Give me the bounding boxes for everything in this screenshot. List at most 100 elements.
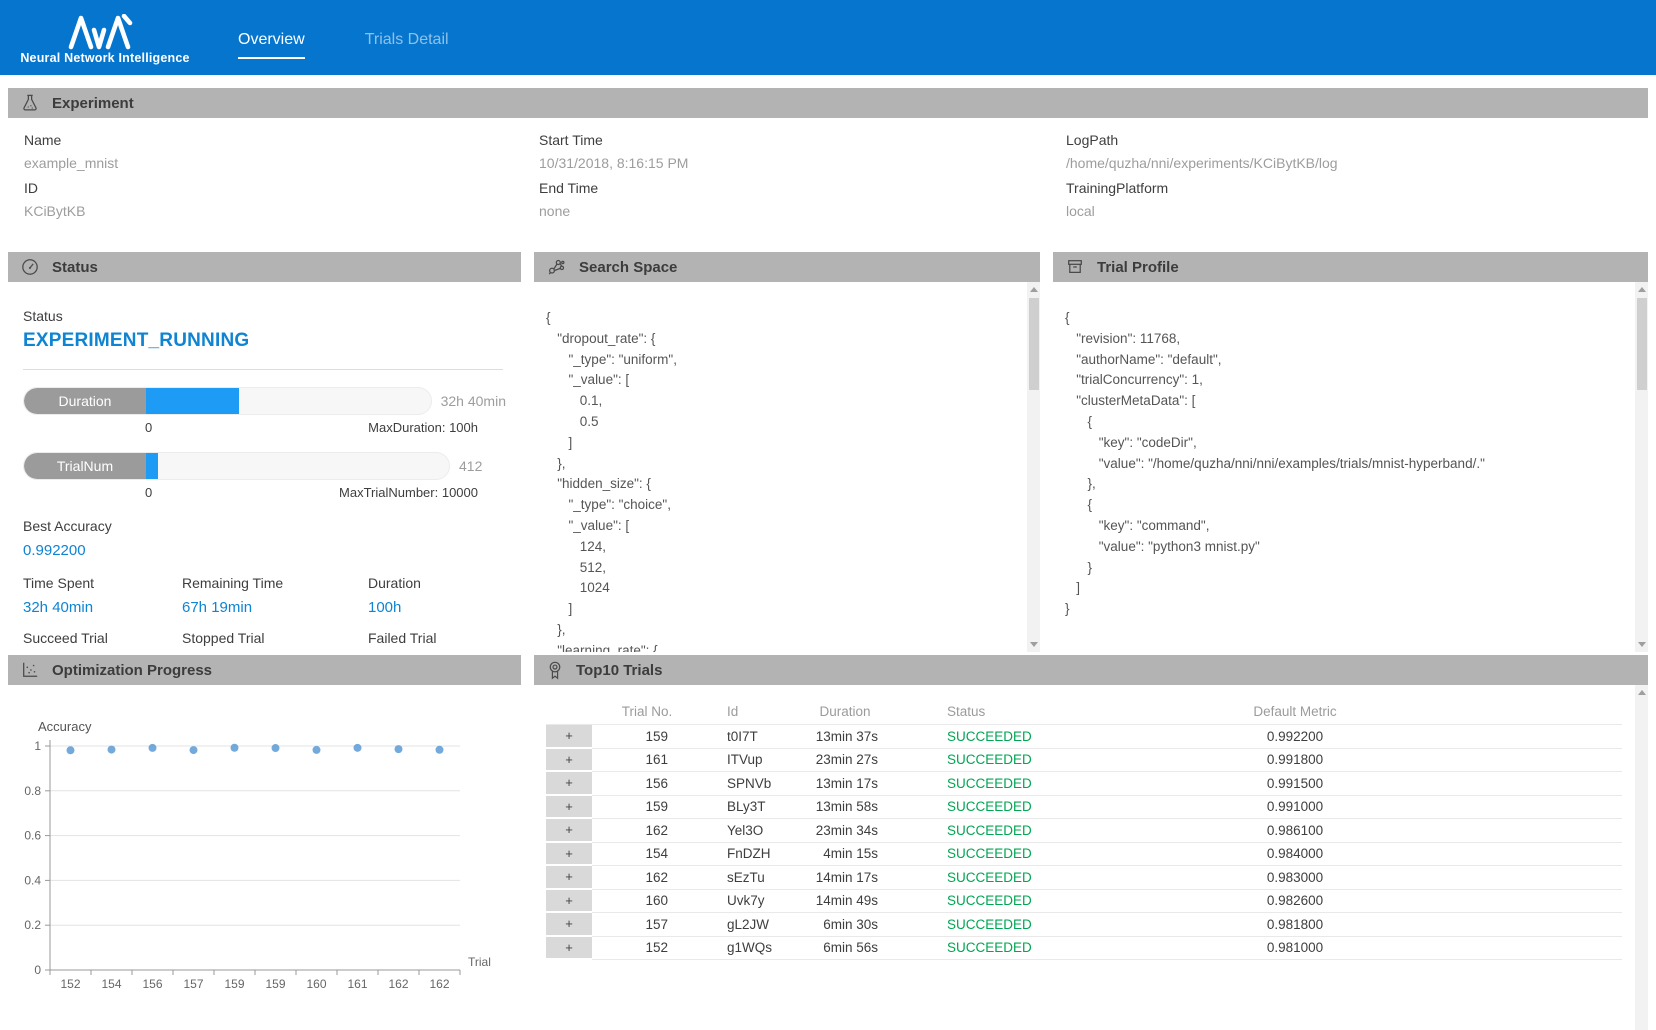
expand-row-button[interactable]: + xyxy=(546,843,592,867)
expand-row-button[interactable]: + xyxy=(546,913,592,937)
status-panel: Status Status EXPERIMENT_RUNNING Duratio… xyxy=(8,252,521,652)
expand-row-button[interactable]: + xyxy=(546,937,592,961)
cell-default-metric: 0.991500 xyxy=(1110,772,1480,796)
col-duration: Duration xyxy=(790,699,900,725)
cell-default-metric: 0.992200 xyxy=(1110,725,1480,749)
expand-row-button[interactable]: + xyxy=(546,890,592,914)
json-line: "value": "/home/quzha/nni/nni/examples/t… xyxy=(1065,454,1628,475)
cell-spacer xyxy=(1480,819,1622,843)
stat-value: 100h xyxy=(368,599,506,616)
json-line: "value": "python3 mnist.py" xyxy=(1065,537,1628,558)
field-value: /home/quzha/nni/experiments/KCiBytKB/log xyxy=(1066,155,1648,171)
scroll-thumb[interactable] xyxy=(1029,298,1039,390)
cell-spacer xyxy=(1480,866,1622,890)
expand-row-button[interactable]: + xyxy=(546,772,592,796)
top10-scrollbar[interactable] xyxy=(1635,685,1648,1030)
cell-spacer xyxy=(1480,890,1622,914)
json-line: "hidden_size": { xyxy=(546,474,1020,495)
tab-overview[interactable]: Overview xyxy=(238,31,305,59)
scroll-up-icon[interactable] xyxy=(1638,690,1646,695)
json-line: 0.5 xyxy=(546,412,1020,433)
section-title: Top10 Trials xyxy=(576,662,662,679)
cell-spacer xyxy=(1480,937,1622,961)
field-label: LogPath xyxy=(1066,132,1648,148)
json-line: { xyxy=(1065,495,1628,516)
scroll-up-icon[interactable] xyxy=(1030,287,1038,292)
col-status: Status xyxy=(900,699,1110,725)
cell-trial-no: 159 xyxy=(592,796,702,820)
json-line: ] xyxy=(546,433,1020,454)
optimization-panel: Optimization Progress Accuracy 00.20.40.… xyxy=(8,655,521,1030)
json-line: ] xyxy=(1065,578,1628,599)
stat-label: Remaining Time xyxy=(182,575,368,591)
json-line: "clusterMetaData": [ xyxy=(1065,391,1628,412)
stat-label: Duration xyxy=(368,575,506,591)
cell-duration: 13min 37s xyxy=(790,725,900,749)
search-space-panel-header: Search Space xyxy=(534,252,1040,282)
scroll-thumb[interactable] xyxy=(1637,298,1647,390)
json-line: "trialConcurrency": 1, xyxy=(1065,370,1628,391)
flask-icon xyxy=(21,94,39,112)
cell-duration: 14min 17s xyxy=(790,866,900,890)
trialnum-progress-bar: TrialNum xyxy=(23,452,450,480)
field-label: Name xyxy=(24,132,523,148)
table-row: +159BLy3T13min 58sSUCCEEDED0.991000 xyxy=(546,796,1622,820)
search-space-scrollbar[interactable] xyxy=(1027,282,1040,652)
progress-value: 32h 40min xyxy=(441,393,506,409)
molecule-icon xyxy=(547,258,566,276)
table-row: +154FnDZH4min 15sSUCCEEDED0.984000 xyxy=(546,843,1622,867)
expand-row-button[interactable]: + xyxy=(546,866,592,890)
expand-row-button[interactable]: + xyxy=(546,819,592,843)
cell-spacer xyxy=(1480,913,1622,937)
cell-trial-no: 154 xyxy=(592,843,702,867)
trial-profile-scrollbar[interactable] xyxy=(1635,282,1648,652)
table-row: +160Uvk7y14min 49sSUCCEEDED0.982600 xyxy=(546,890,1622,914)
scroll-up-icon[interactable] xyxy=(1638,287,1646,292)
expand-row-button[interactable]: + xyxy=(546,725,592,749)
cell-duration: 6min 30s xyxy=(790,913,900,937)
progress-min: 0 xyxy=(145,485,152,500)
json-line: "key": "command", xyxy=(1065,516,1628,537)
json-line: "_value": [ xyxy=(546,370,1020,391)
cell-duration: 4min 15s xyxy=(790,843,900,867)
expand-row-button[interactable]: + xyxy=(546,749,592,773)
section-title: Search Space xyxy=(579,259,677,276)
stat-label: Failed Trial xyxy=(368,630,506,646)
cell-duration: 23min 34s xyxy=(790,819,900,843)
progress-max: MaxTrialNumber: 10000 xyxy=(339,485,478,500)
svg-text:0.2: 0.2 xyxy=(24,918,41,932)
tab-trials-detail[interactable]: Trials Detail xyxy=(365,31,449,59)
cell-status: SUCCEEDED xyxy=(900,796,1110,820)
best-accuracy-value: 0.992200 xyxy=(23,542,506,559)
expand-row-button[interactable]: + xyxy=(546,796,592,820)
table-row: +161ITVup23min 27sSUCCEEDED0.991800 xyxy=(546,749,1622,773)
cell-status: SUCCEEDED xyxy=(900,866,1110,890)
json-line: "_value": [ xyxy=(546,516,1020,537)
cell-default-metric: 0.981800 xyxy=(1110,913,1480,937)
cell-id: Uvk7y xyxy=(702,890,790,914)
json-line: 0.1, xyxy=(546,391,1020,412)
field-value: none xyxy=(539,203,1050,219)
trialnum-progress-row: TrialNum 412 xyxy=(23,452,506,480)
cell-spacer xyxy=(1480,772,1622,796)
cell-id: SPNVb xyxy=(702,772,790,796)
scatter-chart-icon xyxy=(21,661,39,679)
cell-default-metric: 0.991800 xyxy=(1110,749,1480,773)
search-space-json: { "dropout_rate": { "_type": "uniform", … xyxy=(534,282,1040,652)
cell-duration: 6min 56s xyxy=(790,937,900,961)
optimization-chart: 00.20.40.60.8115215415615715915916016116… xyxy=(8,734,513,1004)
svg-text:162: 162 xyxy=(429,977,449,991)
scroll-down-icon[interactable] xyxy=(1030,642,1038,647)
svg-text:1: 1 xyxy=(34,739,41,753)
svg-text:154: 154 xyxy=(101,977,121,991)
scroll-down-icon[interactable] xyxy=(1638,642,1646,647)
cell-id: ITVup xyxy=(702,749,790,773)
svg-text:152: 152 xyxy=(60,977,80,991)
optimization-panel-header: Optimization Progress xyxy=(8,655,521,685)
svg-text:Trial: Trial xyxy=(468,955,491,969)
cell-spacer xyxy=(1480,725,1622,749)
cell-status: SUCCEEDED xyxy=(900,913,1110,937)
cell-trial-no: 161 xyxy=(592,749,702,773)
col-id: Id xyxy=(702,699,790,725)
cell-id: Yel3O xyxy=(702,819,790,843)
